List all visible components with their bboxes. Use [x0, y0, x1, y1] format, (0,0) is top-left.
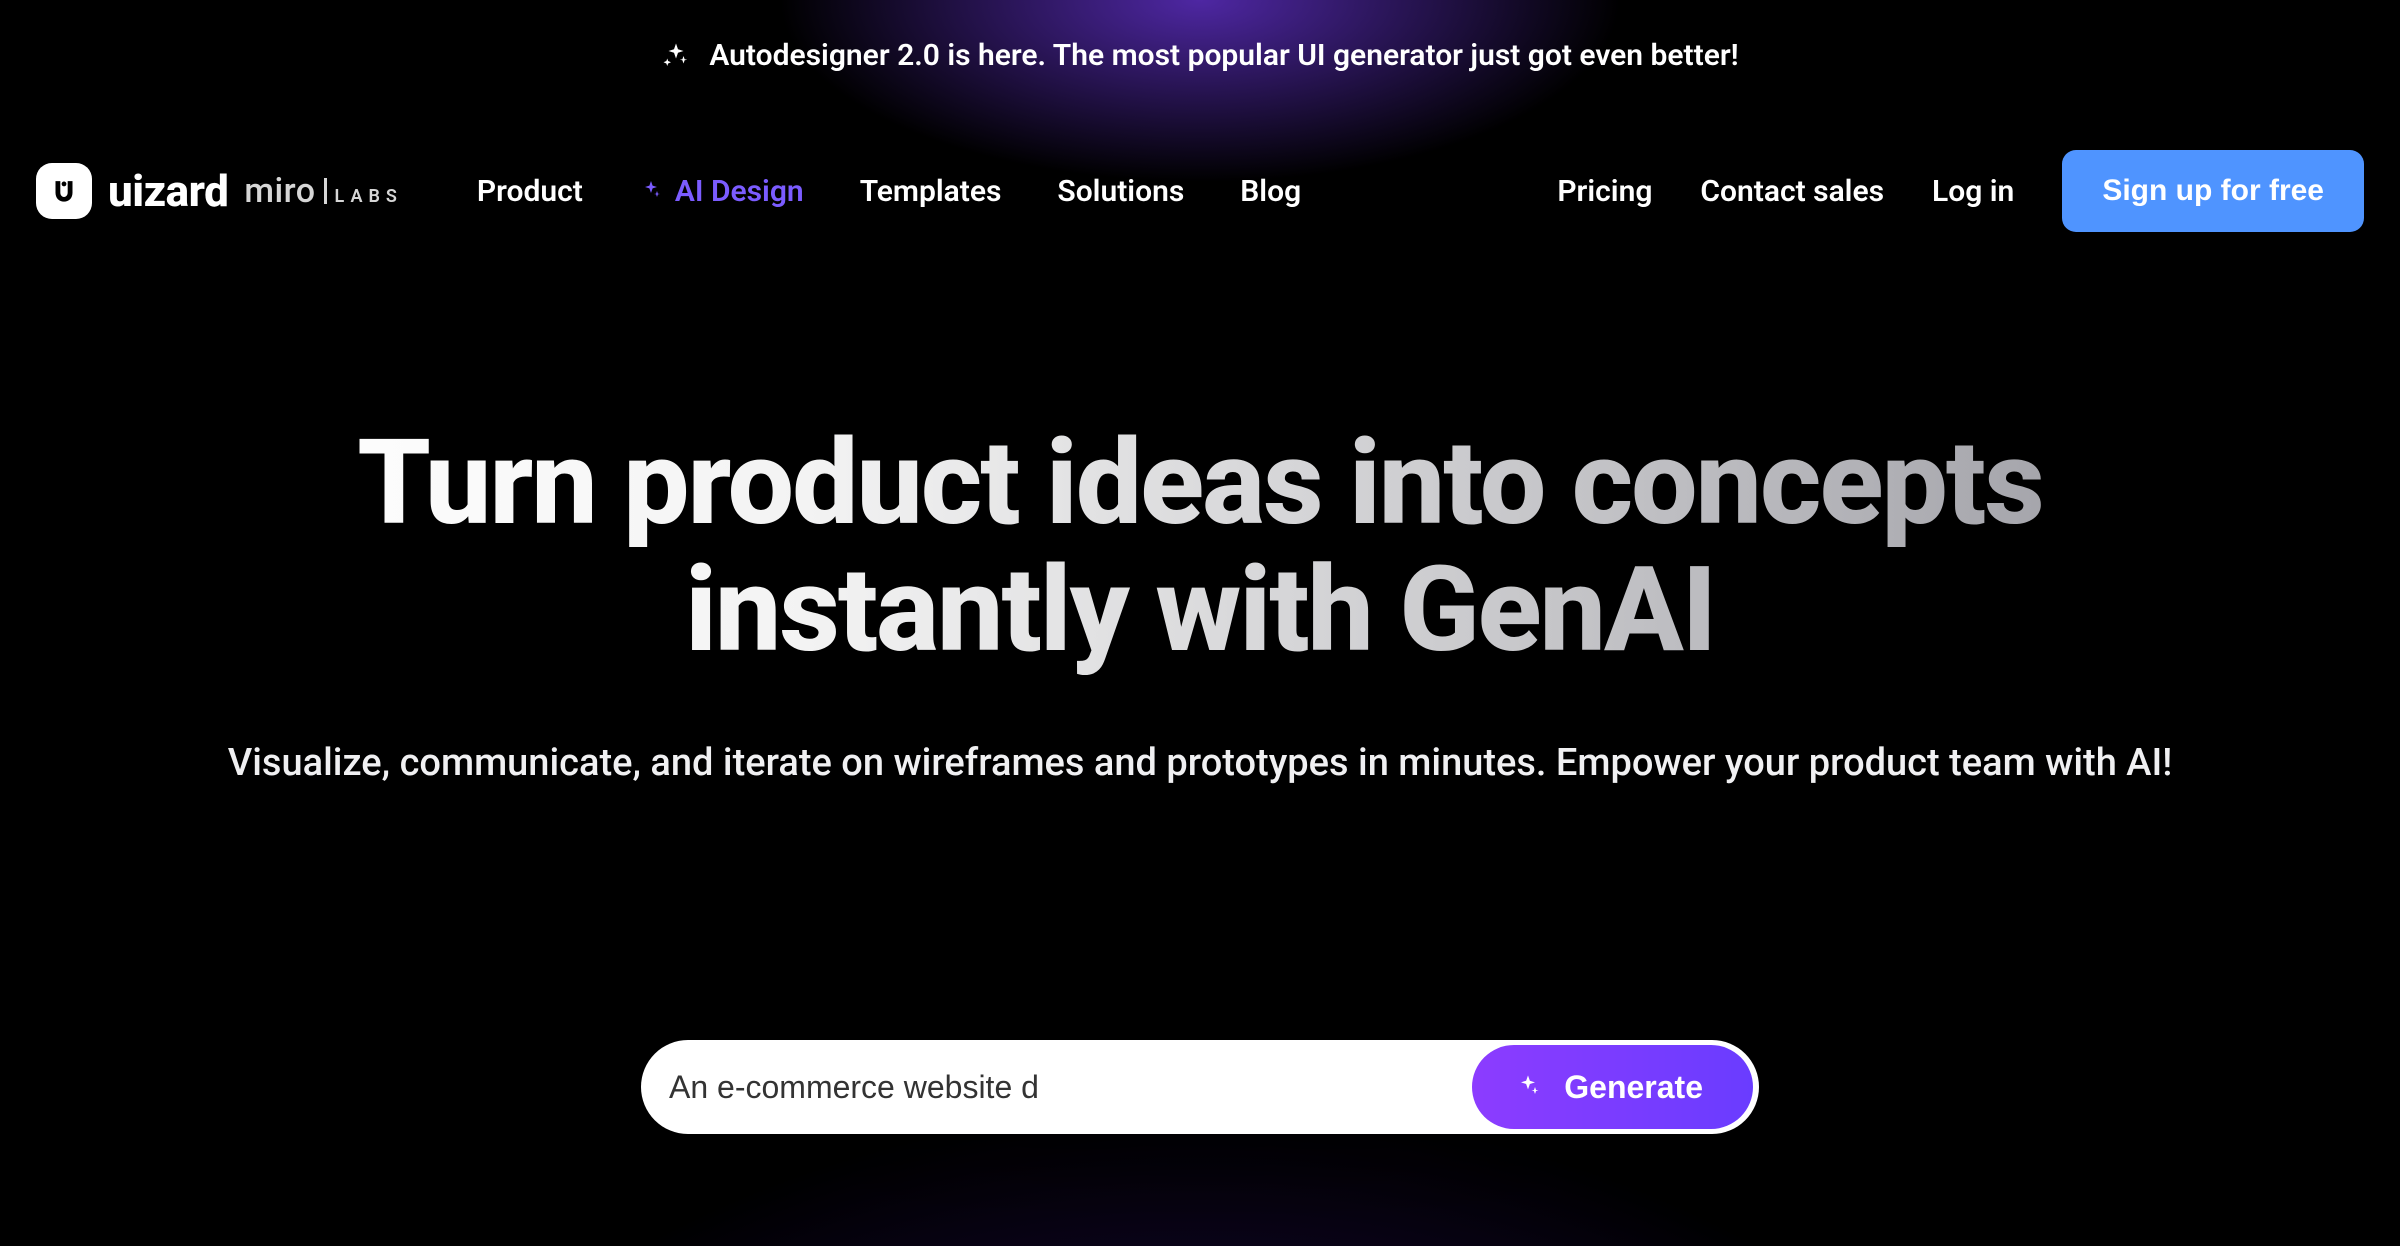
- nav-label: Blog: [1240, 174, 1301, 209]
- brand-name: uizard: [108, 165, 228, 217]
- nav-link-contact-sales[interactable]: Contact sales: [1700, 174, 1884, 209]
- sparkle-icon: [1514, 1073, 1542, 1101]
- miro-text: miro: [244, 171, 315, 211]
- nav-item-ai-design[interactable]: AI Design: [639, 174, 804, 209]
- nav-label: Templates: [860, 174, 1002, 209]
- logo-group[interactable]: uizard miro LABS: [36, 163, 403, 219]
- prompt-input[interactable]: [669, 1069, 1472, 1106]
- generate-label: Generate: [1564, 1069, 1703, 1106]
- miro-labs-badge: miro LABS: [244, 171, 403, 211]
- divider-icon: [324, 178, 327, 204]
- nav-link-pricing[interactable]: Pricing: [1557, 174, 1652, 209]
- nav-label: Solutions: [1057, 174, 1184, 209]
- nav-label: Product: [477, 174, 583, 209]
- hero-headline: Turn product ideas into concepts instant…: [220, 420, 2180, 675]
- sparkle-icon: [661, 41, 691, 71]
- prompt-bar: Generate: [641, 1040, 1759, 1134]
- nav-left: Product AI Design Templates Solutions Bl…: [477, 174, 1301, 209]
- uizard-logo-icon: [36, 163, 92, 219]
- nav-label: AI Design: [675, 174, 804, 209]
- nav-item-product[interactable]: Product: [477, 174, 583, 209]
- nav-item-templates[interactable]: Templates: [860, 174, 1002, 209]
- labs-text: LABS: [335, 186, 403, 207]
- nav-right: Pricing Contact sales Log in Sign up for…: [1557, 150, 2364, 232]
- nav-link-login[interactable]: Log in: [1932, 174, 2014, 209]
- announcement-bar[interactable]: Autodesigner 2.0 is here. The most popul…: [0, 0, 2400, 73]
- hero-section: Turn product ideas into concepts instant…: [0, 420, 2400, 792]
- nav-item-solutions[interactable]: Solutions: [1057, 174, 1184, 209]
- generate-button[interactable]: Generate: [1472, 1045, 1753, 1129]
- sparkle-icon: [639, 179, 663, 203]
- nav-item-blog[interactable]: Blog: [1240, 174, 1301, 209]
- hero-subtext: Visualize, communicate, and iterate on w…: [220, 735, 2180, 792]
- announcement-text: Autodesigner 2.0 is here. The most popul…: [709, 38, 1738, 73]
- navbar: uizard miro LABS Product AI Design Templ…: [0, 150, 2400, 232]
- signup-button[interactable]: Sign up for free: [2062, 150, 2364, 232]
